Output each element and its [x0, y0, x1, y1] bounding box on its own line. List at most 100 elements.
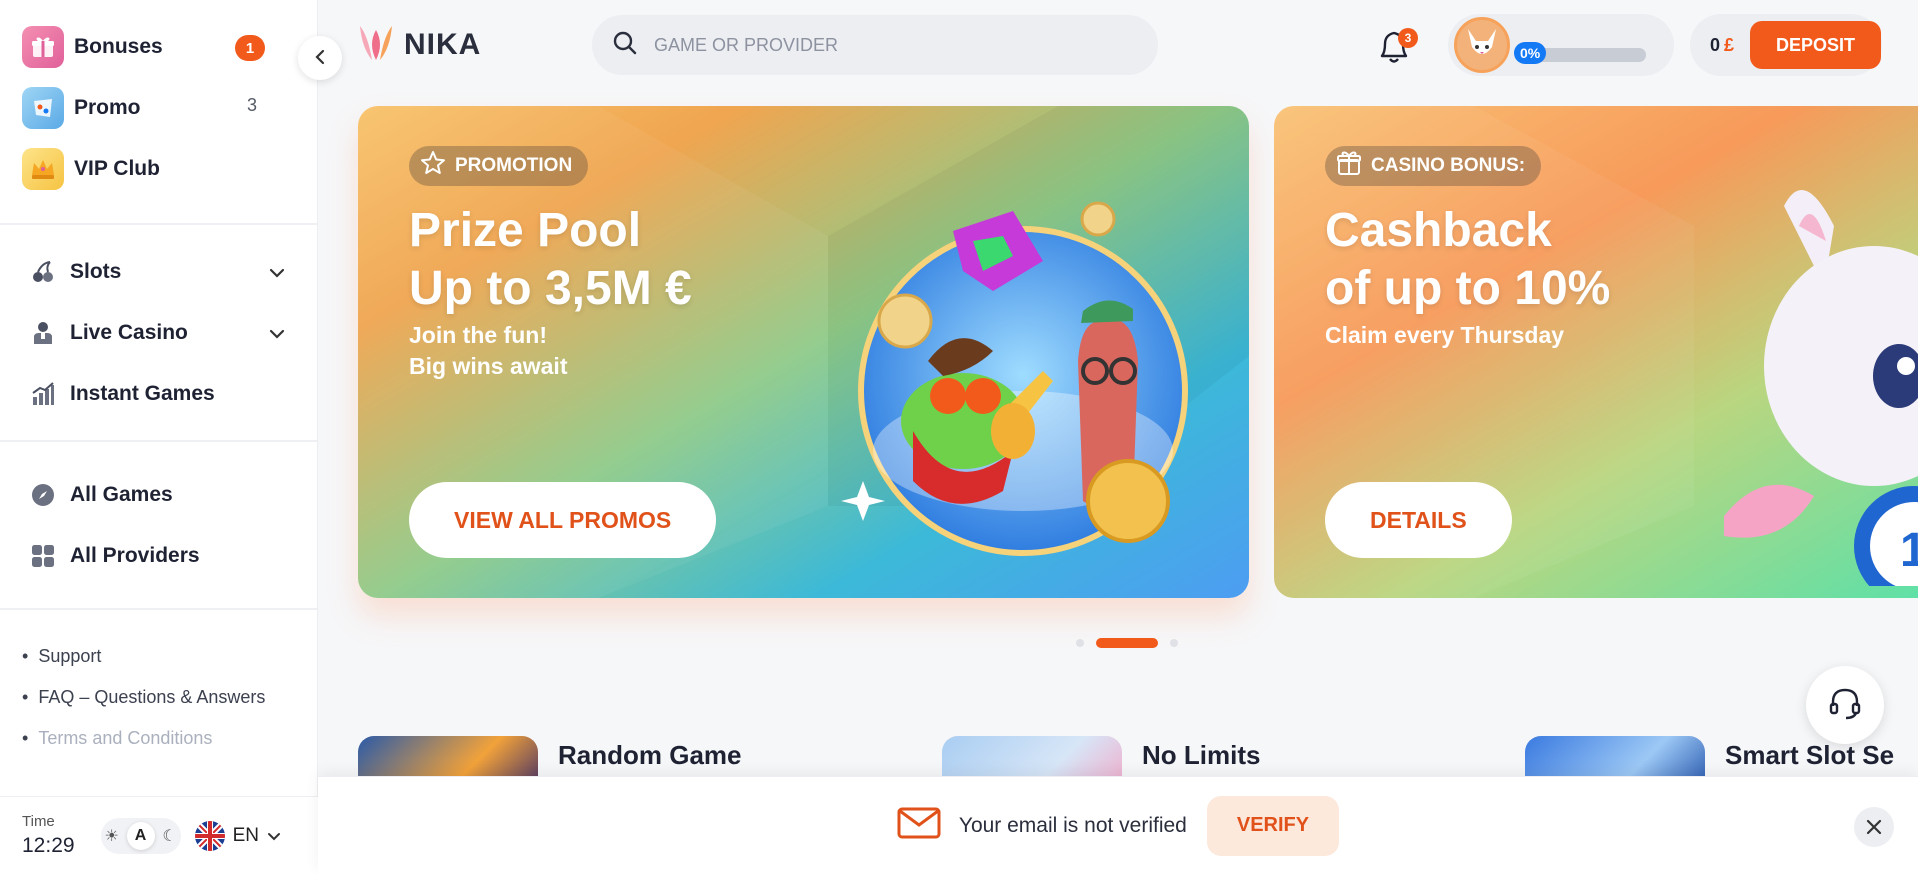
- sidebar-item-all-providers[interactable]: All Providers: [28, 525, 295, 586]
- sidebar-item-promo[interactable]: Promo 3: [22, 77, 295, 138]
- star-icon: [419, 149, 447, 184]
- banner-title: Cashback of up to 10%: [1325, 202, 1610, 318]
- bell-icon: [1372, 31, 1416, 72]
- logo-text: NIKA: [404, 27, 482, 61]
- carousel-dot-active[interactable]: [1096, 638, 1158, 648]
- promo-count: 3: [246, 95, 257, 115]
- banner-subtitle-line: Claim every Thursday: [1325, 322, 1565, 348]
- banner-subtitle-line: Big wins await: [409, 353, 568, 379]
- sidebar-nav-section: Slots Live Casino Instant Games: [0, 225, 317, 440]
- theme-auto-button[interactable]: A: [126, 821, 155, 850]
- tag-label: CASINO BONUS:: [1371, 155, 1526, 176]
- time-value: 12:29: [22, 834, 75, 857]
- banner-title-line: Prize Pool: [409, 204, 642, 257]
- sidebar-item-label: Slots: [70, 259, 122, 283]
- chevron-down-icon: [267, 825, 281, 847]
- balance-amount: 0 £: [1710, 35, 1734, 56]
- sidebar-footer: Time 12:29 ☀ A ☾ EN: [0, 796, 318, 874]
- wallet: 0 £ DEPOSIT: [1690, 14, 1882, 76]
- search-icon: [612, 30, 638, 61]
- chart-bars-icon: [28, 379, 58, 409]
- sidebar-item-live-casino[interactable]: Live Casino: [28, 302, 295, 363]
- search-input[interactable]: [654, 34, 1114, 56]
- dealer-icon: [28, 318, 58, 348]
- user-profile[interactable]: 0%: [1448, 14, 1674, 76]
- support-chat-button[interactable]: [1806, 666, 1884, 744]
- sidebar-item-label: Live Casino: [70, 320, 188, 344]
- banner-title-line: Up to 3,5M €: [409, 262, 692, 315]
- time-display: Time 12:29: [22, 813, 75, 858]
- svg-text:1: 1: [1900, 524, 1918, 577]
- carousel-dot[interactable]: [1076, 639, 1084, 647]
- verification-message: Your email is not verified: [958, 813, 1187, 837]
- chevron-down-icon[interactable]: [269, 322, 285, 345]
- banner-subtitle: Join the fun! Big wins await: [409, 320, 567, 382]
- sidebar-item-label: VIP Club: [74, 156, 160, 180]
- sidebar-item-label: Promo: [74, 95, 141, 119]
- fox-mascot-illustration: 1: [1724, 190, 1918, 586]
- sidebar-collapse-button[interactable]: [298, 36, 342, 80]
- tag-label: PROMOTION: [455, 155, 573, 176]
- sidebar-links: Support FAQ – Questions & Answers Terms …: [0, 610, 317, 759]
- details-button[interactable]: DETAILS: [1325, 482, 1512, 558]
- notifications-count: 3: [1398, 28, 1418, 48]
- notifications-button[interactable]: 3: [1372, 24, 1418, 68]
- sidebar-item-instant-games[interactable]: Instant Games: [28, 363, 295, 424]
- sidebar-item-label: All Games: [70, 482, 173, 506]
- link-support[interactable]: Support: [22, 636, 295, 677]
- level-progress-label: 0%: [1514, 42, 1547, 64]
- gift-icon: [22, 25, 64, 68]
- sidebar-item-all-games[interactable]: All Games: [28, 464, 295, 525]
- site-logo[interactable]: NIKA: [358, 22, 481, 67]
- crown-icon: [22, 147, 64, 190]
- headset-icon: [1826, 684, 1864, 727]
- carousel-dot[interactable]: [1170, 639, 1178, 647]
- link-faq[interactable]: FAQ – Questions & Answers: [22, 677, 295, 718]
- chevron-down-icon[interactable]: [269, 261, 285, 284]
- theme-toggle[interactable]: ☀ A ☾: [100, 817, 181, 854]
- sidebar-item-vip-club[interactable]: VIP Club: [22, 138, 295, 199]
- deposit-button[interactable]: DEPOSIT: [1750, 21, 1882, 69]
- language-selector[interactable]: EN: [194, 820, 281, 851]
- sidebar-item-slots[interactable]: Slots: [28, 241, 295, 302]
- gift-icon: [1335, 149, 1363, 184]
- currency-symbol: £: [1724, 34, 1735, 55]
- promotion-tag: PROMOTION: [409, 146, 589, 186]
- time-label: Time: [22, 813, 55, 830]
- sidebar-item-label: Instant Games: [70, 381, 215, 405]
- language-code: EN: [232, 824, 259, 846]
- envelope-icon: [897, 807, 941, 844]
- avatar[interactable]: [1454, 17, 1510, 73]
- frog-guitar-illustration: [841, 201, 1188, 556]
- bonuses-badge: 1: [235, 35, 265, 61]
- link-terms[interactable]: Terms and Conditions: [22, 718, 295, 759]
- sun-icon[interactable]: ☀: [104, 826, 118, 846]
- compass-icon: [28, 480, 58, 510]
- casino-bonus-tag: CASINO BONUS:: [1325, 146, 1542, 186]
- balance-value: 0: [1710, 34, 1721, 55]
- banner-title-line: of up to 10%: [1325, 262, 1611, 315]
- logo-icon: [358, 22, 394, 67]
- sidebar-item-bonuses[interactable]: Bonuses 1: [22, 16, 295, 77]
- sidebar: Bonuses 1 Promo 3 VIP Club Slots Live Ca…: [0, 0, 318, 874]
- view-all-promos-button[interactable]: VIEW ALL PROMOS: [409, 482, 717, 558]
- sidebar-top-section: Bonuses 1 Promo 3 VIP Club: [0, 0, 317, 199]
- cherries-icon: [28, 257, 58, 287]
- carousel-indicators: [1070, 638, 1184, 648]
- uk-flag-icon: [194, 820, 225, 851]
- search-bar[interactable]: [592, 15, 1158, 75]
- banner-subtitle: Claim every Thursday: [1325, 320, 1564, 351]
- sidebar-item-label: All Providers: [70, 543, 200, 567]
- close-icon[interactable]: [1854, 807, 1894, 847]
- moon-icon[interactable]: ☾: [162, 826, 176, 846]
- banner-title: Prize Pool Up to 3,5M €: [409, 202, 692, 318]
- promo-banner-cashback[interactable]: CASINO BONUS: Cashback of up to 10% Clai…: [1274, 106, 1918, 598]
- email-verification-bar: Your email is not verified VERIFY: [318, 776, 1918, 874]
- verify-button[interactable]: VERIFY: [1206, 795, 1340, 856]
- sidebar-item-label: Bonuses: [74, 34, 163, 58]
- grid-icon: [28, 541, 58, 571]
- promo-banner-prize-pool[interactable]: PROMOTION Prize Pool Up to 3,5M € Join t…: [358, 106, 1249, 598]
- banner-subtitle-line: Join the fun!: [409, 322, 547, 348]
- promo-icon: [22, 86, 64, 129]
- sidebar-games-section: All Games All Providers: [0, 442, 317, 602]
